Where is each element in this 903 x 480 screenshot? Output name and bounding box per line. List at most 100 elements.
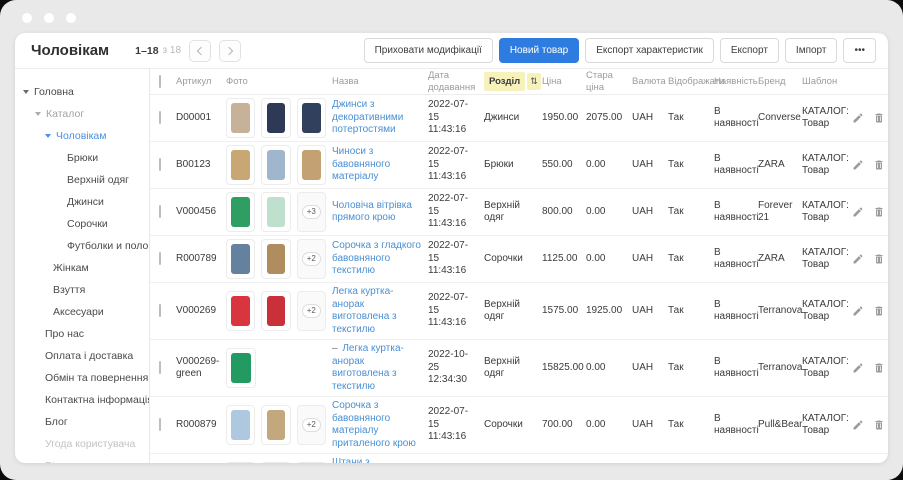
- product-name-link[interactable]: Чоловіча вітрівка прямого крою: [332, 200, 412, 224]
- delete-icon[interactable]: [873, 159, 885, 171]
- edit-icon[interactable]: [852, 112, 864, 124]
- sort-icon[interactable]: ⇅: [527, 72, 541, 91]
- column-header-article[interactable]: Артикул: [176, 76, 226, 88]
- more-photos-thumbnail[interactable]: +3: [296, 192, 326, 232]
- sidebar-item-user-agreement[interactable]: Угода користувача: [15, 433, 149, 455]
- product-photo-thumbnail[interactable]: [261, 98, 291, 138]
- column-header-currency[interactable]: Валюта: [632, 76, 668, 88]
- edit-icon[interactable]: [852, 362, 864, 374]
- product-photo-thumbnail[interactable]: [261, 405, 291, 445]
- sidebar-item-shoes[interactable]: Взуття: [15, 279, 149, 301]
- column-header-visible[interactable]: Відображати: [668, 76, 724, 88]
- delete-icon[interactable]: [873, 419, 885, 431]
- sidebar-item-payment-delivery[interactable]: Оплата і доставка: [15, 345, 149, 367]
- hide-modifications-button[interactable]: Приховати модифікації: [363, 38, 493, 63]
- delete-icon[interactable]: [873, 253, 885, 265]
- sidebar-item-exchange-return[interactable]: Обмін та повернення: [15, 367, 149, 389]
- product-photo-thumbnail[interactable]: [226, 239, 256, 279]
- product-name-link[interactable]: Штани з бавовняного матеріалу прямого кр…: [332, 457, 419, 463]
- column-header-availability[interactable]: Наявність: [714, 76, 758, 88]
- product-name-link[interactable]: Сорочка з гладкого бавовняного текстилю: [332, 240, 421, 276]
- column-header-brand[interactable]: Бренд: [758, 76, 802, 88]
- sidebar-item-catalog[interactable]: Каталог: [15, 103, 149, 125]
- product-name-link[interactable]: Чиноси з бавовняного матеріалу: [332, 146, 390, 182]
- sidebar-item-women[interactable]: Жінкам: [15, 257, 149, 279]
- edit-icon[interactable]: [852, 206, 864, 218]
- select-all-checkbox[interactable]: [159, 74, 161, 88]
- product-photo-thumbnail[interactable]: [226, 192, 256, 232]
- more-photos-thumbnail[interactable]: +2: [296, 405, 326, 445]
- export-button[interactable]: Експорт: [719, 38, 779, 63]
- sidebar-item-outerwear[interactable]: Верхній одяг: [15, 169, 149, 191]
- product-photo-thumbnail[interactable]: [226, 462, 256, 463]
- product-name-link[interactable]: Джинси з декоративними потертостями: [332, 99, 403, 135]
- article-cell: R000879: [176, 418, 217, 430]
- product-photo-thumbnail[interactable]: [226, 145, 256, 185]
- row-checkbox[interactable]: [159, 204, 161, 218]
- more-photos-thumbnail[interactable]: +2: [296, 462, 326, 463]
- date-added-cell: 2022-07-15 11:43:16: [428, 146, 484, 184]
- sidebar-item-home[interactable]: Головна: [15, 81, 149, 103]
- visible-cell: Так: [668, 304, 684, 316]
- availability-cell: В наявності: [714, 412, 759, 437]
- sidebar-item-about[interactable]: Про нас: [15, 323, 149, 345]
- product-photo-thumbnail[interactable]: [261, 192, 291, 232]
- product-photo-thumbnail[interactable]: [226, 98, 256, 138]
- chevron-down-icon: [45, 134, 51, 138]
- product-photo-thumbnail[interactable]: [261, 239, 291, 279]
- delete-icon[interactable]: [873, 305, 885, 317]
- product-photo-thumbnail[interactable]: [261, 462, 291, 463]
- delete-icon[interactable]: [873, 112, 885, 124]
- sidebar-item-accessories[interactable]: Аксесуари: [15, 301, 149, 323]
- edit-icon[interactable]: [852, 159, 864, 171]
- product-name-link[interactable]: Легка куртка-анорак виготовлена з тексти…: [332, 343, 404, 392]
- sidebar-item-shirts[interactable]: Сорочки: [15, 213, 149, 235]
- sidebar-item-tshirts-polo[interactable]: Футболки и поло: [15, 235, 149, 257]
- name-cell: Легка куртка-анорак виготовлена з тексти…: [332, 286, 428, 336]
- edit-icon[interactable]: [852, 253, 864, 265]
- column-header-price[interactable]: Ціна: [542, 76, 586, 88]
- product-photo-thumbnail[interactable]: [296, 98, 326, 138]
- row-checkbox[interactable]: [159, 110, 161, 124]
- column-header-template[interactable]: Шаблон: [802, 76, 852, 88]
- product-photo-thumbnail[interactable]: [296, 145, 326, 185]
- row-checkbox[interactable]: [159, 157, 161, 171]
- product-photo-thumbnail[interactable]: [226, 348, 256, 388]
- sidebar-item-blog[interactable]: Блог: [15, 411, 149, 433]
- more-photos-thumbnail[interactable]: +2: [296, 239, 326, 279]
- sidebar-item-men[interactable]: Чоловікам: [15, 125, 149, 147]
- sidebar-item-trousers[interactable]: Брюки: [15, 147, 149, 169]
- import-button[interactable]: Імпорт: [784, 38, 838, 63]
- product-name-link[interactable]: Сорочка з бавовняного матеріалу притален…: [332, 400, 416, 449]
- product-photo-thumbnail[interactable]: [261, 291, 291, 331]
- row-checkbox[interactable]: [159, 360, 161, 374]
- row-checkbox[interactable]: [159, 303, 161, 317]
- prev-page-button[interactable]: [189, 39, 212, 62]
- sidebar-item-store-reviews[interactable]: Відгуки про магазин: [15, 455, 149, 463]
- next-page-button[interactable]: [219, 39, 242, 62]
- column-header-photo[interactable]: Фото: [226, 76, 332, 88]
- product-name-link[interactable]: Легка куртка-анорак виготовлена з тексти…: [332, 286, 397, 335]
- column-header-name[interactable]: Назва: [332, 76, 428, 88]
- export-characteristics-button[interactable]: Експорт характеристик: [585, 38, 714, 63]
- edit-icon[interactable]: [852, 419, 864, 431]
- product-photo-thumbnail[interactable]: [226, 291, 256, 331]
- new-product-button[interactable]: Новий товар: [498, 38, 580, 63]
- sidebar-item-contact-info[interactable]: Контактна інформація: [15, 389, 149, 411]
- window-minimize-button[interactable]: [44, 13, 54, 23]
- more-button[interactable]: •••: [843, 38, 876, 63]
- row-checkbox[interactable]: [159, 251, 161, 265]
- product-photo-thumbnail[interactable]: [261, 145, 291, 185]
- column-header-section[interactable]: Розділ ⇅: [484, 71, 542, 92]
- row-checkbox[interactable]: [159, 417, 161, 431]
- more-photos-thumbnail[interactable]: +2: [296, 291, 326, 331]
- delete-icon[interactable]: [873, 362, 885, 374]
- column-header-old_price[interactable]: Стара ціна: [586, 70, 632, 94]
- window-close-button[interactable]: [22, 13, 32, 23]
- edit-icon[interactable]: [852, 305, 864, 317]
- delete-icon[interactable]: [873, 206, 885, 218]
- window-maximize-button[interactable]: [66, 13, 76, 23]
- sidebar-item-jeans[interactable]: Джинси: [15, 191, 149, 213]
- product-photo-thumbnail[interactable]: [226, 405, 256, 445]
- column-header-date[interactable]: Дата додавання: [428, 70, 484, 94]
